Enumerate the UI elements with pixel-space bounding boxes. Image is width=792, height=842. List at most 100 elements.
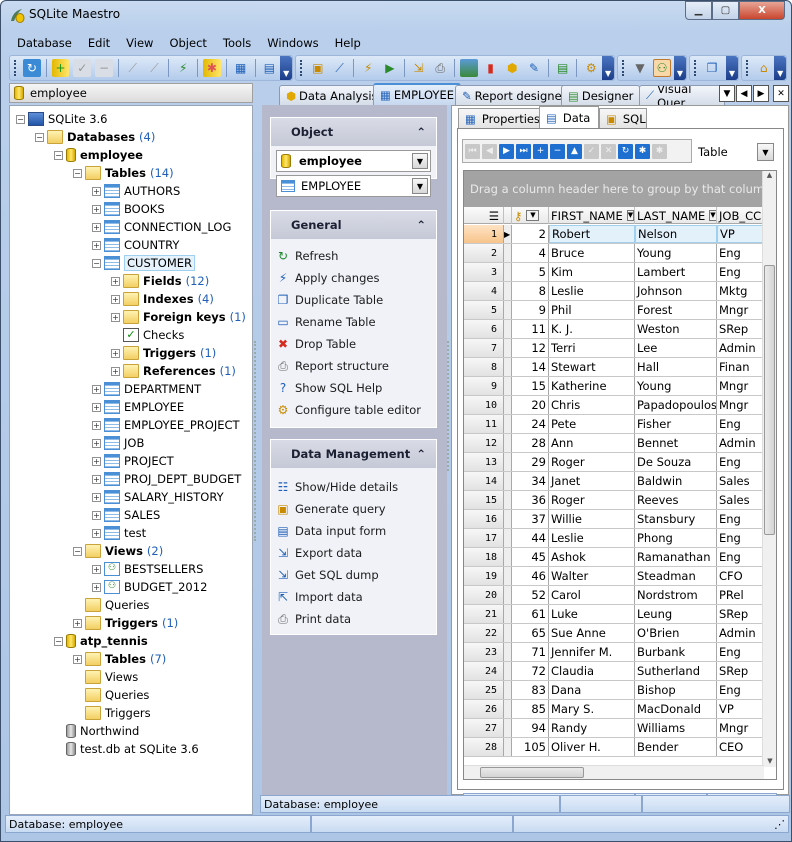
row-number[interactable]: 19: [464, 567, 504, 585]
task-refresh[interactable]: ↻ Refresh: [271, 245, 436, 267]
row-number[interactable]: 28: [464, 738, 504, 756]
cell-id[interactable]: 46: [512, 567, 549, 585]
expand-icon[interactable]: +: [111, 276, 120, 286]
filter-dropdown-icon[interactable]: ▼: [526, 210, 540, 221]
tree-node[interactable]: + test: [92, 524, 146, 542]
table-row[interactable]: 3 5 Kim Lambert Eng: [464, 263, 764, 282]
group-by-panel[interactable]: Drag a column header here to group by th…: [464, 171, 776, 207]
filter-dropdown-icon[interactable]: ▼: [709, 210, 716, 221]
cell-job-code[interactable]: SRep: [717, 662, 764, 680]
cell-last-name[interactable]: Hall: [635, 358, 717, 376]
cell-first-name[interactable]: Terri: [549, 339, 635, 357]
expand-icon[interactable]: +: [92, 420, 101, 430]
options-icon[interactable]: ⚙: [582, 59, 600, 77]
row-number[interactable]: 16: [464, 510, 504, 528]
cell-last-name[interactable]: Steadman: [635, 567, 717, 585]
cell-job-code[interactable]: CFO: [717, 567, 764, 585]
row-number[interactable]: 12: [464, 434, 504, 452]
edit-database-icon[interactable]: ✓: [73, 59, 92, 77]
tree-node[interactable]: + PROJ_DEPT_BUDGET: [92, 470, 241, 488]
cell-job-code[interactable]: Finan: [717, 358, 764, 376]
view-mode-select[interactable]: Table ▼: [698, 142, 774, 162]
filter-icon[interactable]: ▼: [631, 59, 649, 77]
cell-id[interactable]: 34: [512, 472, 549, 490]
cell-last-name[interactable]: Johnson: [635, 282, 717, 300]
table-row[interactable]: 17 44 Leslie Phong Eng: [464, 529, 764, 548]
left-splitter[interactable]: [254, 341, 258, 541]
cell-job-code[interactable]: Sales: [717, 491, 764, 509]
row-number[interactable]: 10: [464, 396, 504, 414]
cell-first-name[interactable]: Kim: [549, 263, 635, 281]
query-icon[interactable]: ▣: [309, 59, 327, 77]
cell-job-code[interactable]: CEO: [717, 738, 764, 756]
task-duplicate-table[interactable]: ❐ Duplicate Table: [271, 289, 436, 311]
connect-icon[interactable]: ⚡: [174, 59, 192, 77]
column-chooser-icon[interactable]: ☰: [464, 207, 504, 224]
expand-icon[interactable]: +: [92, 474, 101, 484]
cell-job-code[interactable]: VP: [717, 225, 764, 243]
tree-node[interactable]: + BOOKS: [92, 200, 165, 218]
database-properties-icon[interactable]: ✱: [203, 59, 221, 77]
report-icon[interactable]: ✎: [525, 59, 543, 77]
cell-job-code[interactable]: Mktg: [717, 282, 764, 300]
vertical-scrollbar[interactable]: ▲ ▼: [762, 171, 776, 767]
header-last-name[interactable]: LAST_NAME ▼: [635, 207, 717, 224]
scrollbar-thumb[interactable]: [764, 265, 775, 535]
row-number[interactable]: 3: [464, 263, 504, 281]
table-row[interactable]: 1 ▶ 2 Robert Nelson VP: [464, 225, 764, 244]
table-row[interactable]: 6 11 K. J. Weston SRep: [464, 320, 764, 339]
first-record-icon[interactable]: ⏮: [465, 143, 480, 159]
cell-last-name[interactable]: Young: [635, 377, 717, 395]
image-icon[interactable]: [460, 59, 478, 77]
menu-database[interactable]: Database: [9, 33, 80, 53]
subtab-data[interactable]: ▤ Data: [539, 106, 599, 128]
task-show-sql-help[interactable]: ? Show SQL Help: [271, 377, 436, 399]
toolbar-grip[interactable]: [694, 60, 697, 76]
expand-icon[interactable]: +: [92, 402, 101, 412]
row-number[interactable]: 14: [464, 472, 504, 490]
expand-icon[interactable]: +: [92, 204, 101, 214]
tree-node[interactable]: + Triggers (1): [111, 344, 216, 362]
task-report-structure[interactable]: ⎙ Report structure: [271, 355, 436, 377]
expand-icon[interactable]: +: [92, 222, 101, 232]
row-number[interactable]: 6: [464, 320, 504, 338]
title-bar[interactable]: SQLite Maestro ▁ ▢ X: [1, 1, 791, 29]
cell-first-name[interactable]: Randy: [549, 719, 635, 737]
collapse-icon[interactable]: −: [54, 636, 63, 646]
remove-database-icon[interactable]: −: [95, 59, 113, 77]
cell-first-name[interactable]: Katherine: [549, 377, 635, 395]
dropdown-arrow-icon[interactable]: ▼: [412, 178, 428, 194]
tree-node[interactable]: Triggers: [73, 704, 151, 722]
tree-node[interactable]: + References (1): [111, 362, 236, 380]
row-number[interactable]: 2: [464, 244, 504, 262]
horizontal-scrollbar[interactable]: [464, 765, 764, 779]
cell-last-name[interactable]: Weston: [635, 320, 717, 338]
cell-last-name[interactable]: Forest: [635, 301, 717, 319]
expand-icon[interactable]: +: [92, 240, 101, 250]
cell-job-code[interactable]: Admin: [717, 339, 764, 357]
tree-node[interactable]: + EMPLOYEE: [92, 398, 184, 416]
row-number[interactable]: 20: [464, 586, 504, 604]
cell-first-name[interactable]: Pete: [549, 415, 635, 433]
cell-id[interactable]: 45: [512, 548, 549, 566]
cell-id[interactable]: 14: [512, 358, 549, 376]
row-number[interactable]: 17: [464, 529, 504, 547]
table-row[interactable]: 12 28 Ann Bennet Admin: [464, 434, 764, 453]
cell-first-name[interactable]: Roger: [549, 453, 635, 471]
cell-first-name[interactable]: Dana: [549, 681, 635, 699]
header-first-name[interactable]: FIRST_NAME ▼: [549, 207, 635, 224]
home-icon[interactable]: ⌂: [755, 59, 772, 77]
table-row[interactable]: 8 14 Stewart Hall Finan: [464, 358, 764, 377]
execute-icon[interactable]: ⚡: [359, 59, 377, 77]
tree-node[interactable]: + Tables (7): [73, 650, 166, 668]
prior-record-icon[interactable]: ◀: [482, 143, 497, 159]
expand-icon[interactable]: +: [92, 384, 101, 394]
cell-id[interactable]: 4: [512, 244, 549, 262]
close-button[interactable]: X: [739, 1, 785, 20]
expand-icon[interactable]: +: [92, 510, 101, 520]
table-row[interactable]: 27 94 Randy Williams Mngr: [464, 719, 764, 738]
print-icon[interactable]: ⎙: [431, 59, 449, 77]
cell-id[interactable]: 28: [512, 434, 549, 452]
edit-record-icon[interactable]: ▲: [567, 143, 582, 159]
cell-last-name[interactable]: MacDonald: [635, 700, 717, 718]
